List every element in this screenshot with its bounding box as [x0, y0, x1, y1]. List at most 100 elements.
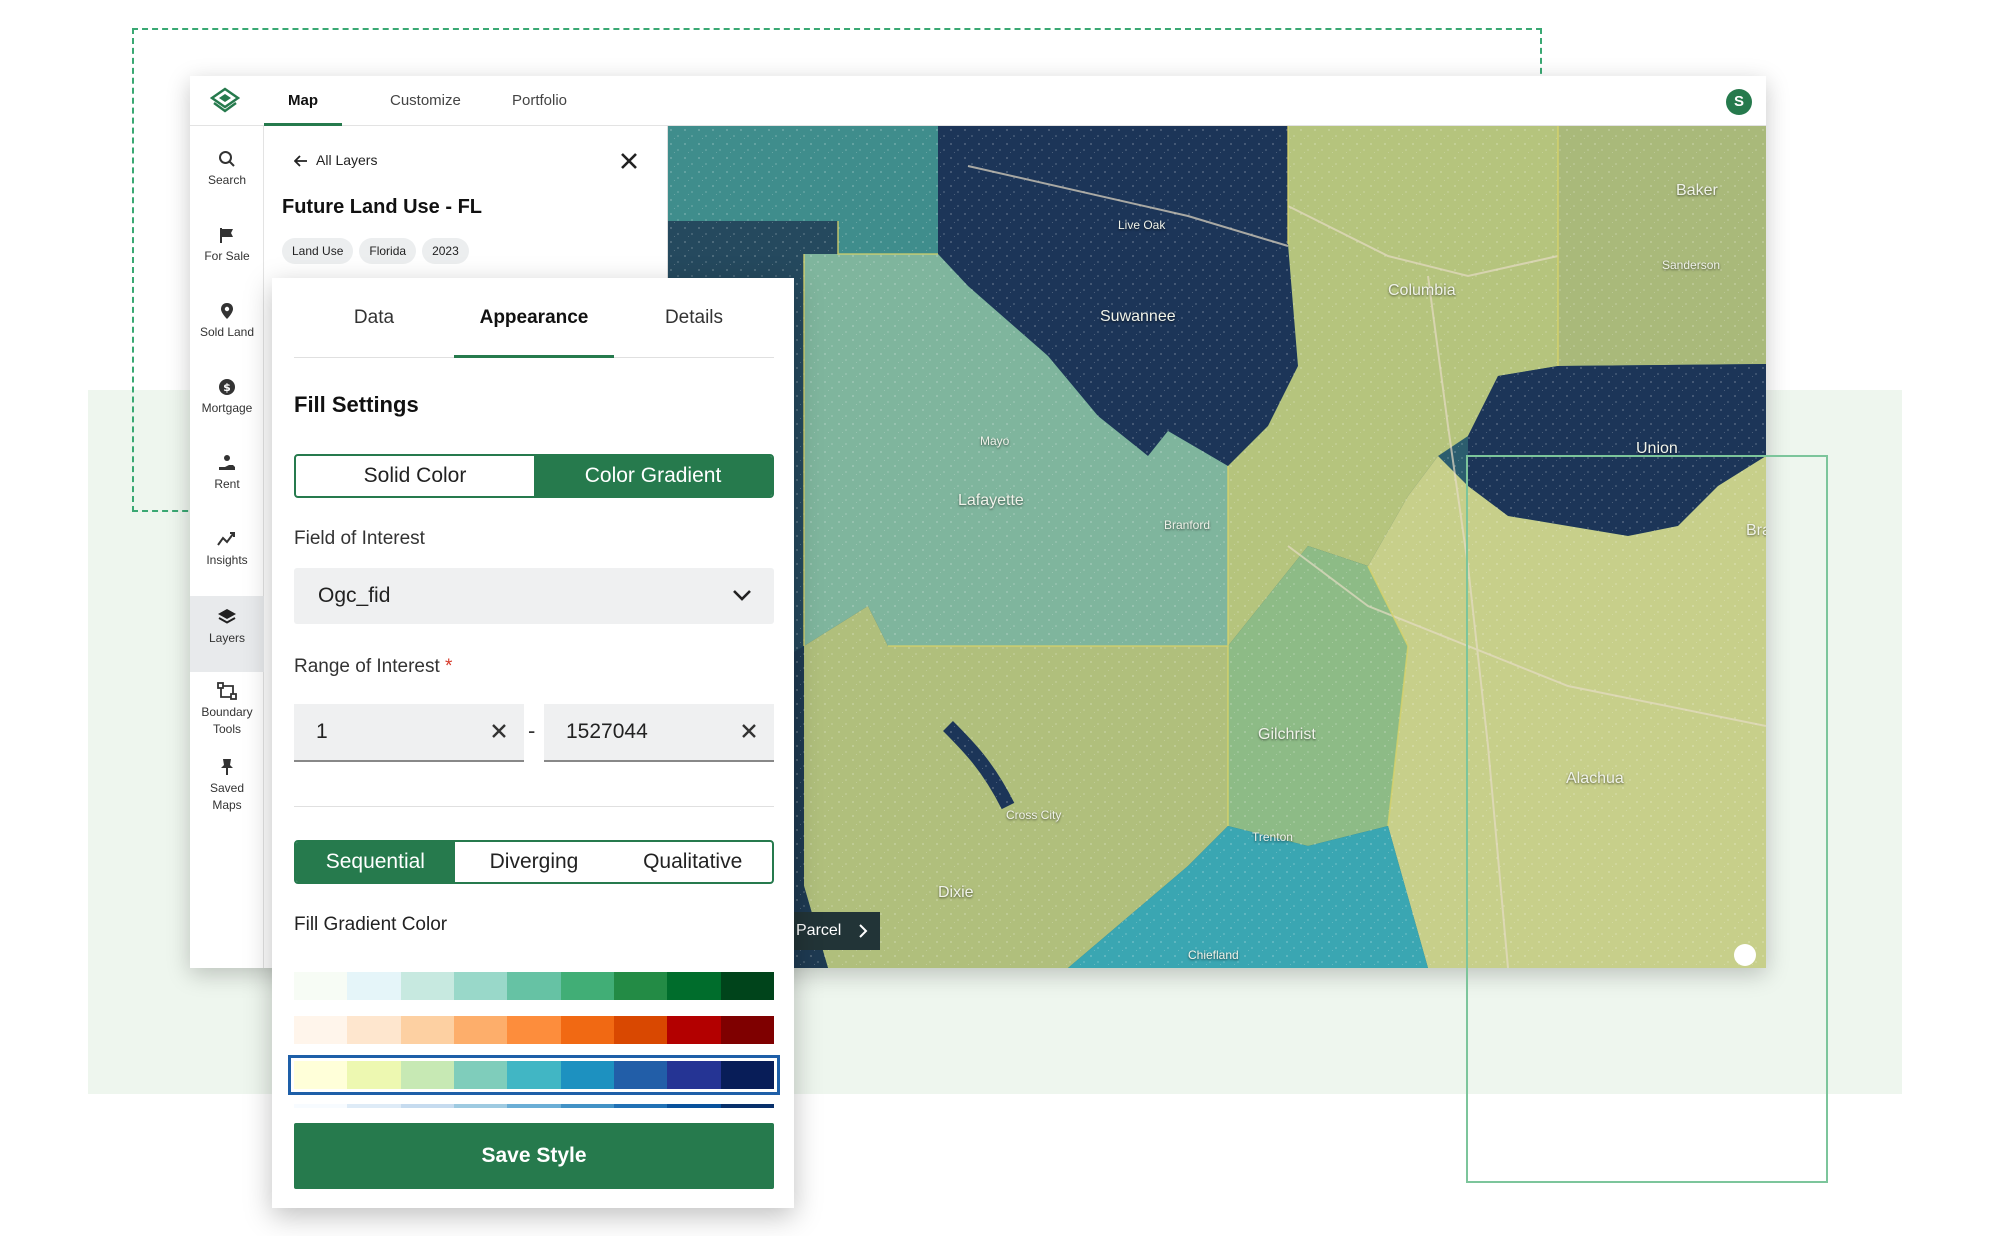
user-avatar[interactable]: S	[1726, 89, 1752, 115]
ramp-swatch	[720, 972, 774, 1000]
ramp-swatch	[507, 1016, 561, 1044]
ramp-swatch	[507, 1104, 561, 1108]
color-scheme-toggle: Sequential Diverging Qualitative	[294, 840, 774, 884]
fill-settings-title: Fill Settings	[294, 392, 419, 417]
ramp-swatch	[347, 972, 401, 1000]
range-max-input[interactable]: 1527044	[544, 704, 774, 762]
ramp-swatch	[613, 972, 668, 1000]
sidebar-item-for-sale[interactable]: For Sale	[190, 214, 264, 290]
field-of-interest-value: Ogc_fid	[318, 584, 391, 607]
ramp-swatch	[294, 1016, 348, 1044]
all-layers-back-link[interactable]: All Layers	[293, 152, 377, 168]
dollar-circle-icon: $	[219, 379, 235, 395]
tab-details[interactable]: Details	[614, 278, 774, 358]
tag-chip: Land Use	[282, 238, 354, 264]
field-of-interest-label: Field of Interest	[294, 528, 425, 549]
ramp-swatch	[613, 1104, 668, 1108]
sidebar-item-label: For Sale	[204, 249, 250, 263]
ramp-swatch	[400, 972, 454, 1000]
clear-icon[interactable]	[740, 722, 758, 740]
tag-chip: Florida	[359, 238, 417, 264]
ramp-swatch	[667, 1061, 721, 1089]
ramp-swatch	[347, 1016, 401, 1044]
boundary-icon	[217, 682, 237, 700]
tab-customize[interactable]: Customize	[366, 76, 485, 126]
range-min-input[interactable]: 1	[294, 704, 524, 762]
gradient-ramp-ylgnbu[interactable]	[288, 1055, 780, 1095]
chevron-down-icon	[733, 590, 751, 601]
ramp-swatch	[507, 972, 561, 1000]
ramp-swatch	[613, 1061, 668, 1089]
gradient-ramp-list	[272, 958, 794, 1108]
hand-coin-icon	[219, 455, 235, 470]
tab-data[interactable]: Data	[294, 278, 454, 358]
search-icon	[219, 151, 235, 167]
layers-icon	[218, 609, 236, 624]
sidebar-item-label: Saved Maps	[209, 781, 245, 812]
tag-chip: 2023	[422, 238, 469, 264]
sidebar-item-label: Mortgage	[201, 401, 253, 415]
panel-tabs: Data Appearance Details	[294, 278, 774, 358]
sidebar: Search For Sale Sold Land $ Mortgage Ren…	[190, 126, 264, 968]
sidebar-item-label: Boundary Tools	[201, 705, 253, 736]
ramp-swatch	[453, 1016, 508, 1044]
arrow-left-icon	[293, 155, 307, 167]
ramp-swatch	[667, 1104, 721, 1108]
fill-mode-toggle: Solid Color Color Gradient	[294, 454, 774, 498]
ramp-swatch	[453, 972, 508, 1000]
sequential-option[interactable]: Sequential	[296, 842, 455, 882]
color-gradient-option[interactable]: Color Gradient	[534, 456, 772, 496]
gradient-ramp-reds[interactable]	[294, 1016, 774, 1044]
gradient-ramp-greens[interactable]	[294, 972, 774, 1000]
sidebar-item-insights[interactable]: Insights	[190, 518, 264, 594]
ramp-swatch	[453, 1061, 508, 1089]
save-style-button[interactable]: Save Style	[294, 1123, 774, 1189]
tab-portfolio[interactable]: Portfolio	[488, 76, 591, 126]
ramp-swatch	[720, 1016, 774, 1044]
ramp-swatch	[613, 1016, 668, 1044]
chevron-right-icon	[859, 924, 868, 938]
ramp-swatch	[400, 1016, 454, 1044]
ramp-swatch	[560, 1061, 614, 1089]
fill-gradient-color-label: Fill Gradient Color	[294, 914, 448, 935]
sidebar-item-label: Insights	[206, 553, 248, 567]
tab-appearance[interactable]: Appearance	[454, 278, 614, 358]
map-pin-icon	[221, 303, 233, 319]
app-logo-icon[interactable]	[210, 87, 240, 115]
required-asterisk: *	[445, 656, 453, 677]
ramp-swatch	[720, 1104, 774, 1108]
ramp-swatch	[667, 972, 721, 1000]
sidebar-item-rent[interactable]: Rent	[190, 442, 264, 518]
svg-text:$: $	[223, 381, 231, 394]
sidebar-item-search[interactable]: Search	[190, 138, 264, 214]
solid-color-option[interactable]: Solid Color	[296, 456, 534, 496]
ramp-swatch	[720, 1061, 774, 1089]
sidebar-item-label: Rent	[214, 477, 240, 491]
sidebar-item-boundary-tools[interactable]: Boundary Tools	[190, 670, 264, 752]
ramp-swatch	[347, 1061, 401, 1089]
tab-map[interactable]: Map	[264, 76, 342, 126]
gradient-ramp-blues[interactable]	[294, 1104, 774, 1108]
sidebar-item-label: Search	[207, 173, 247, 187]
ramp-swatch	[294, 972, 348, 1000]
ramp-swatch	[560, 972, 614, 1000]
qualitative-option[interactable]: Qualitative	[613, 842, 772, 882]
ramp-swatch	[453, 1104, 508, 1108]
sidebar-item-mortgage[interactable]: $ Mortgage	[190, 366, 264, 442]
range-of-interest-label: Range of Interest *	[294, 656, 452, 678]
ramp-swatch	[560, 1016, 614, 1044]
ramp-swatch	[347, 1104, 401, 1108]
pin-icon	[221, 759, 233, 775]
range-separator: -	[528, 718, 536, 743]
diverging-option[interactable]: Diverging	[455, 842, 614, 882]
sidebar-item-saved-maps[interactable]: Saved Maps	[190, 746, 264, 828]
ramp-swatch	[400, 1104, 454, 1108]
field-of-interest-select[interactable]: Ogc_fid	[294, 568, 774, 624]
ramp-swatch	[667, 1016, 721, 1044]
sidebar-item-layers[interactable]: Layers	[190, 596, 264, 672]
layer-tags: Land Use Florida 2023	[282, 238, 475, 264]
close-icon[interactable]	[618, 150, 640, 172]
sidebar-item-sold-land[interactable]: Sold Land	[190, 290, 264, 366]
sidebar-item-label: Layers	[208, 631, 246, 645]
clear-icon[interactable]	[490, 722, 508, 740]
